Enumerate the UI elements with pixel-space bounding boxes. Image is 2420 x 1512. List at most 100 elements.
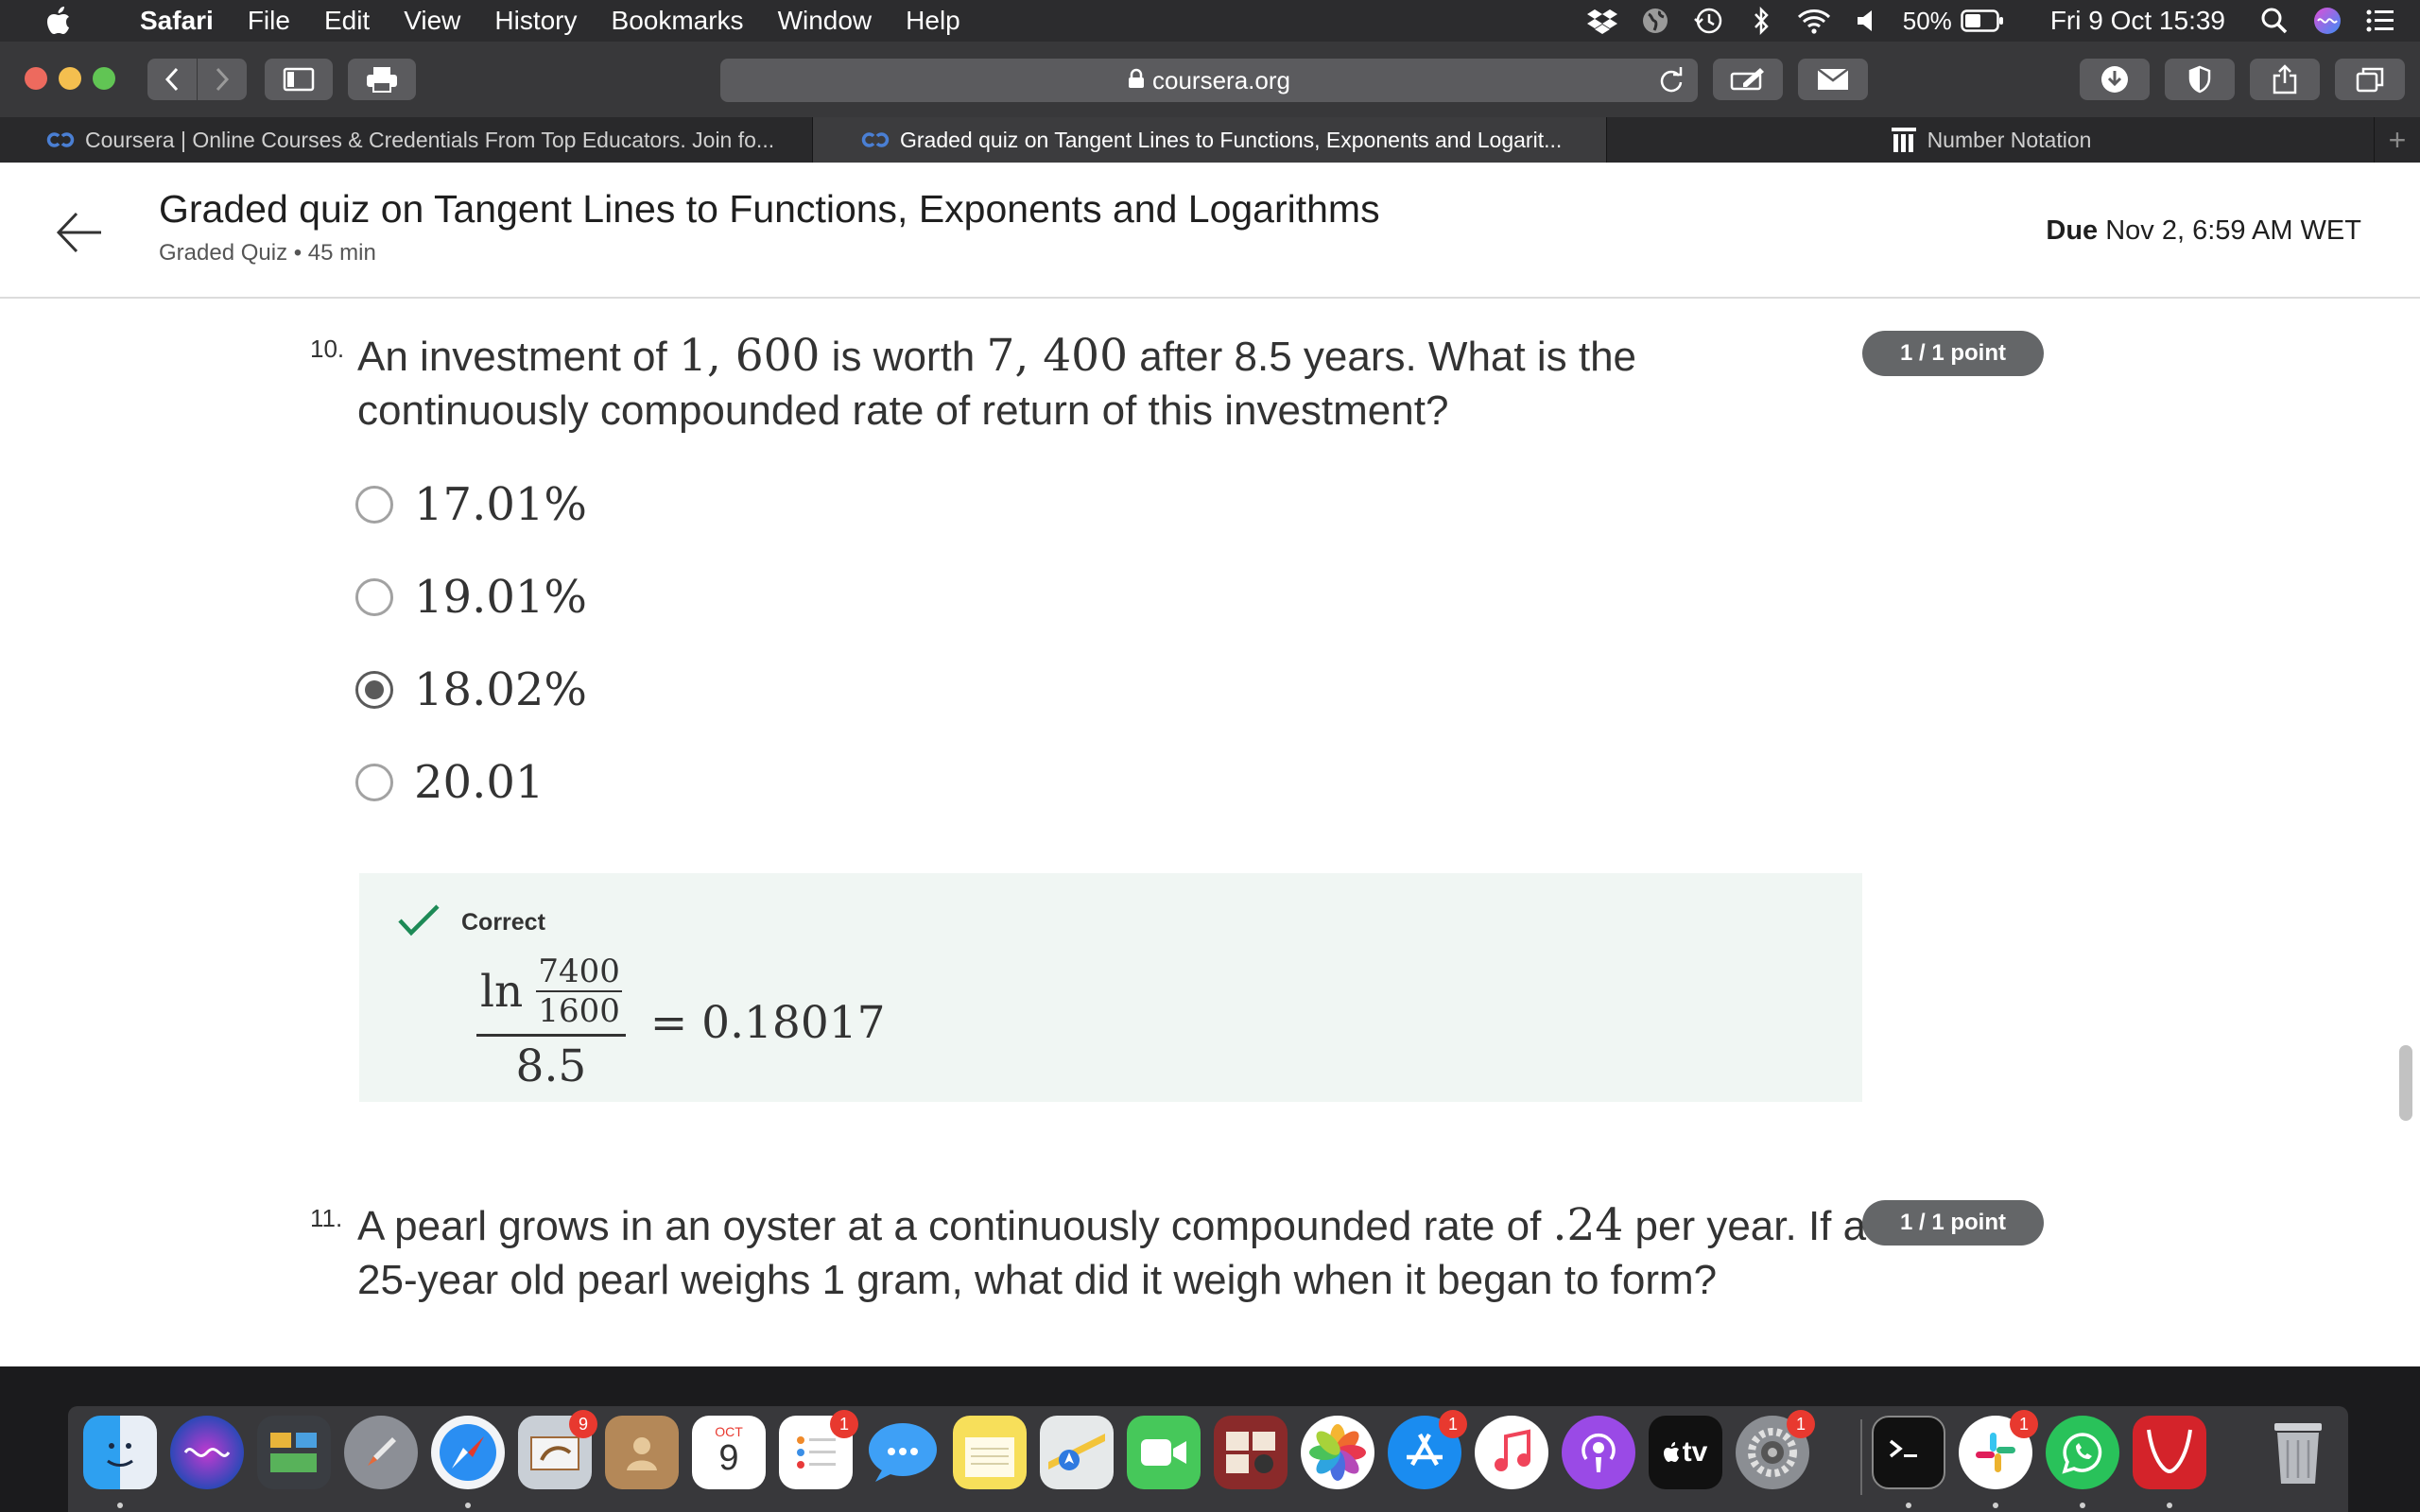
running-indicator xyxy=(1906,1503,1911,1508)
facetime-icon[interactable] xyxy=(1127,1416,1201,1489)
forward-nav-button[interactable] xyxy=(198,59,247,100)
inner-numerator: 7400 xyxy=(536,953,622,992)
bluetooth-icon[interactable] xyxy=(1744,7,1778,35)
mail-dock-icon[interactable]: 9 xyxy=(518,1410,597,1489)
maps-icon[interactable] xyxy=(1040,1416,1114,1489)
answer-option-3[interactable]: 18.02% xyxy=(355,662,587,718)
main-fraction: ln 7400 1600 8.5 xyxy=(476,953,626,1092)
fullscreen-window-button[interactable] xyxy=(93,67,115,90)
whatsapp-icon[interactable] xyxy=(2046,1416,2119,1489)
menu-file[interactable]: File xyxy=(248,6,290,36)
contacts-icon[interactable] xyxy=(605,1416,679,1489)
running-indicator xyxy=(465,1503,471,1508)
pdf-reader-icon[interactable] xyxy=(2133,1416,2206,1489)
quiz-subtitle: Graded Quiz • 45 min xyxy=(159,240,376,266)
privacy-shield-button[interactable] xyxy=(2165,59,2235,100)
dropbox-icon[interactable] xyxy=(1585,7,1619,35)
terminal-icon[interactable] xyxy=(1872,1416,1945,1489)
browser-tab-coursera-home[interactable]: Coursera | Online Courses & Credentials … xyxy=(0,117,813,163)
reminders-icon[interactable]: 1 xyxy=(779,1410,858,1489)
podcasts-icon[interactable] xyxy=(1562,1416,1635,1489)
notes-icon[interactable] xyxy=(953,1416,1027,1489)
share-button[interactable] xyxy=(2250,59,2320,100)
trash-icon[interactable] xyxy=(2261,1416,2335,1489)
messages-icon[interactable] xyxy=(866,1416,940,1489)
points-badge: 1 / 1 point xyxy=(1862,331,2044,376)
siri-icon[interactable] xyxy=(2310,7,2344,35)
inner-denominator: 1600 xyxy=(538,992,620,1030)
reload-icon[interactable] xyxy=(1658,67,1685,100)
answer-option-1[interactable]: 17.01% xyxy=(355,476,587,533)
running-indicator xyxy=(1993,1503,1998,1508)
notification-center-icon[interactable] xyxy=(2363,7,2397,35)
new-tab-button[interactable]: + xyxy=(2375,117,2420,163)
battery-icon[interactable] xyxy=(1960,7,2005,35)
photos-icon[interactable] xyxy=(1301,1416,1374,1489)
spotlight-search-icon[interactable] xyxy=(2257,7,2291,35)
tab-title: Graded quiz on Tangent Lines to Function… xyxy=(900,127,1563,152)
fraction-denominator: 8.5 xyxy=(515,1040,587,1092)
calendar-day: 9 xyxy=(718,1438,739,1478)
apple-tv-icon[interactable]: tv xyxy=(1649,1416,1722,1489)
radio-button[interactable] xyxy=(355,578,393,616)
close-window-button[interactable] xyxy=(25,67,47,90)
option-label: 19.01% xyxy=(414,571,588,624)
mission-control-icon[interactable] xyxy=(257,1416,331,1489)
browser-tab-number-notation[interactable]: Number Notation xyxy=(1607,117,2375,163)
photo-booth-icon[interactable] xyxy=(1214,1416,1288,1489)
coursera-favicon-icon xyxy=(45,131,76,148)
notification-badge: 1 xyxy=(2010,1410,2038,1438)
back-nav-button[interactable] xyxy=(147,59,197,100)
menu-edit[interactable]: Edit xyxy=(324,6,370,36)
safari-dock-icon[interactable] xyxy=(431,1416,505,1489)
radio-button[interactable] xyxy=(355,764,393,801)
question-text-part: A pearl grows in an oyster at a continuo… xyxy=(357,1203,1553,1249)
app-store-icon[interactable]: 1 xyxy=(1388,1410,1467,1489)
time-machine-icon[interactable] xyxy=(1691,7,1725,35)
minimize-window-button[interactable] xyxy=(59,67,81,90)
menu-app-name[interactable]: Safari xyxy=(140,6,214,36)
browser-tab-graded-quiz[interactable]: Graded quiz on Tangent Lines to Function… xyxy=(813,117,1607,163)
macos-dock: 9 OCT 9 1 1 tv 1 1 xyxy=(68,1406,2348,1512)
radio-dot xyxy=(365,680,384,699)
running-indicator xyxy=(117,1503,123,1508)
menu-view[interactable]: View xyxy=(404,6,460,36)
system-preferences-icon[interactable]: 1 xyxy=(1736,1410,1815,1489)
music-icon[interactable] xyxy=(1475,1416,1548,1489)
globe-icon[interactable] xyxy=(1638,7,1672,35)
due-date: Due Nov 2, 6:59 AM WET xyxy=(2046,215,2361,247)
apple-menu-icon[interactable] xyxy=(40,6,78,36)
menu-window[interactable]: Window xyxy=(778,6,873,36)
radio-button-selected[interactable] xyxy=(355,671,393,709)
wifi-icon[interactable] xyxy=(1797,7,1831,35)
back-arrow-icon[interactable] xyxy=(53,206,106,259)
points-badge: 1 / 1 point xyxy=(1862,1200,2044,1246)
option-label: 18.02% xyxy=(414,663,588,716)
page-scrollbar[interactable] xyxy=(2399,1045,2412,1121)
menu-help[interactable]: Help xyxy=(906,6,960,36)
answer-option-4[interactable]: 20.01 xyxy=(355,754,544,811)
siri-dock-icon[interactable] xyxy=(170,1416,244,1489)
dock-separator xyxy=(1860,1419,1862,1495)
address-bar[interactable]: coursera.org xyxy=(720,59,1698,102)
volume-icon[interactable] xyxy=(1850,7,1884,35)
mail-share-button[interactable] xyxy=(1798,59,1868,100)
markup-button[interactable] xyxy=(1713,59,1783,100)
downloads-button[interactable] xyxy=(2080,59,2150,100)
slack-icon[interactable]: 1 xyxy=(1959,1410,2038,1489)
radio-button[interactable] xyxy=(355,486,393,524)
calendar-icon[interactable]: OCT 9 xyxy=(692,1416,766,1489)
tab-overview-button[interactable] xyxy=(2335,59,2405,100)
launchpad-icon[interactable] xyxy=(344,1416,418,1489)
sidebar-toggle-button[interactable] xyxy=(265,59,333,100)
running-indicator xyxy=(2167,1503,2172,1508)
finder-icon[interactable] xyxy=(83,1416,157,1489)
ln-symbol: ln xyxy=(480,965,524,1018)
menu-history[interactable]: History xyxy=(494,6,577,36)
answer-option-2[interactable]: 19.01% xyxy=(355,569,587,626)
option-label: 17.01% xyxy=(414,478,588,531)
print-button[interactable] xyxy=(348,59,416,100)
menubar-clock[interactable]: Fri 9 Oct 15:39 xyxy=(2050,6,2225,36)
checkmark-icon xyxy=(397,903,441,941)
menu-bookmarks[interactable]: Bookmarks xyxy=(612,6,744,36)
